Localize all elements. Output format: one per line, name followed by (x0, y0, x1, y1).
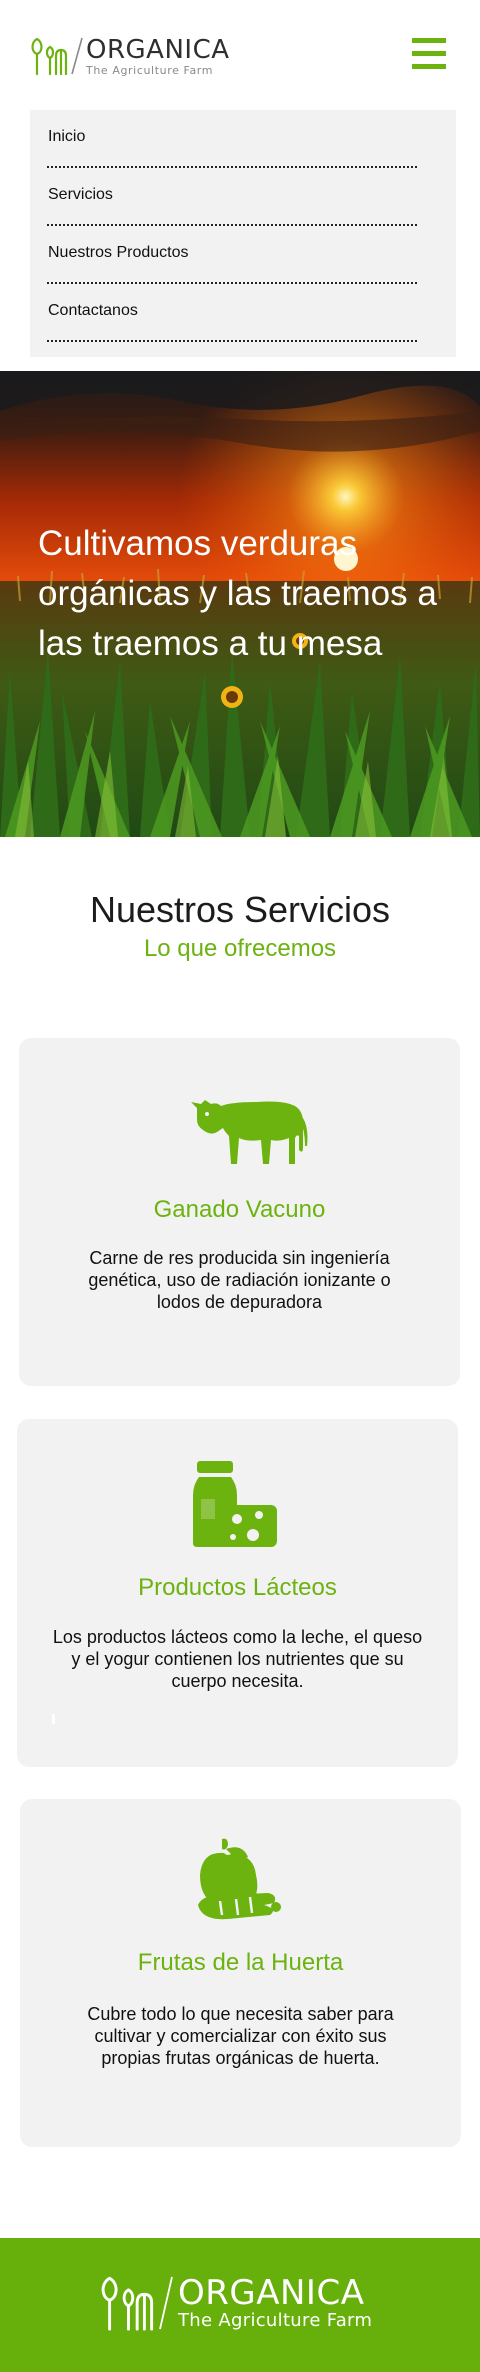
logo-plants-icon (101, 2276, 154, 2331)
hero-banner: Cultivamos verduras orgánicas y las trae… (0, 371, 480, 837)
hero-headline: Cultivamos verduras orgánicas y las trae… (38, 524, 437, 663)
footer-logo-name: ORGANICA (178, 2273, 365, 2313)
logo-text: ORGANICA The Agriculture Farm (86, 37, 230, 76)
hamburger-line (412, 51, 446, 56)
footer-logo-text: ORGANICA The Agriculture Farm (178, 2276, 372, 2330)
logo-slash-icon (159, 2276, 173, 2330)
service-card-title: Ganado Vacuno (153, 1196, 326, 1223)
hamburger-icon[interactable] (412, 38, 446, 70)
sunflower-icon (221, 686, 243, 708)
logo-name: ORGANICA (86, 34, 230, 65)
service-card-title: Productos Lácteos (138, 1574, 337, 1601)
service-card-lacteos[interactable]: Productos Lácteos Los productos lácteos … (17, 1419, 458, 1767)
logo-plants-icon (31, 37, 68, 76)
services-title: Nuestros Servicios (89, 889, 391, 930)
hamburger-line (412, 38, 446, 43)
footer-logo[interactable]: ORGANICA The Agriculture Farm (98, 2274, 372, 2332)
footer-logo-tagline: The Agriculture Farm (178, 2310, 373, 2331)
nav-item-inicio[interactable]: Inicio (47, 110, 417, 168)
nav-item-servicios[interactable]: Servicios (47, 168, 417, 226)
decorative-mark (52, 1714, 55, 1724)
services-header: Nuestros Servicios Lo que ofrecemos (0, 888, 480, 964)
nav-menu: Inicio Servicios Nuestros Productos Cont… (30, 110, 456, 357)
service-card-description: Cubre todo lo que necesita saber para cu… (87, 2004, 394, 2068)
services-subtitle: Lo que ofrecemos (143, 935, 337, 962)
nav-item-productos[interactable]: Nuestros Productos (47, 226, 417, 284)
cow-icon (191, 1100, 308, 1164)
service-card-frutas[interactable]: Frutas de la Huerta Cubre todo lo que ne… (20, 1799, 461, 2147)
brand-logo[interactable]: ORGANICA The Agriculture Farm (30, 36, 230, 76)
nav-item-contactanos[interactable]: Contactanos (47, 284, 417, 342)
hamburger-line (412, 64, 446, 69)
site-footer: ORGANICA The Agriculture Farm (0, 2238, 480, 2372)
fruit-vegetable-icon (198, 1838, 281, 1920)
service-card-title: Frutas de la Huerta (137, 1949, 344, 1976)
service-card-description: Los productos lácteos como la leche, el … (52, 1627, 423, 1691)
service-card-description: Carne de res producida sin ingeniería ge… (88, 1248, 391, 1312)
site-header: ORGANICA The Agriculture Farm (0, 0, 480, 108)
logo-slash-icon (71, 37, 83, 75)
logo-tagline: The Agriculture Farm (86, 63, 214, 77)
dairy-icon (193, 1461, 277, 1547)
service-card-ganado[interactable]: Ganado Vacuno Carne de res producida sin… (19, 1038, 460, 1386)
